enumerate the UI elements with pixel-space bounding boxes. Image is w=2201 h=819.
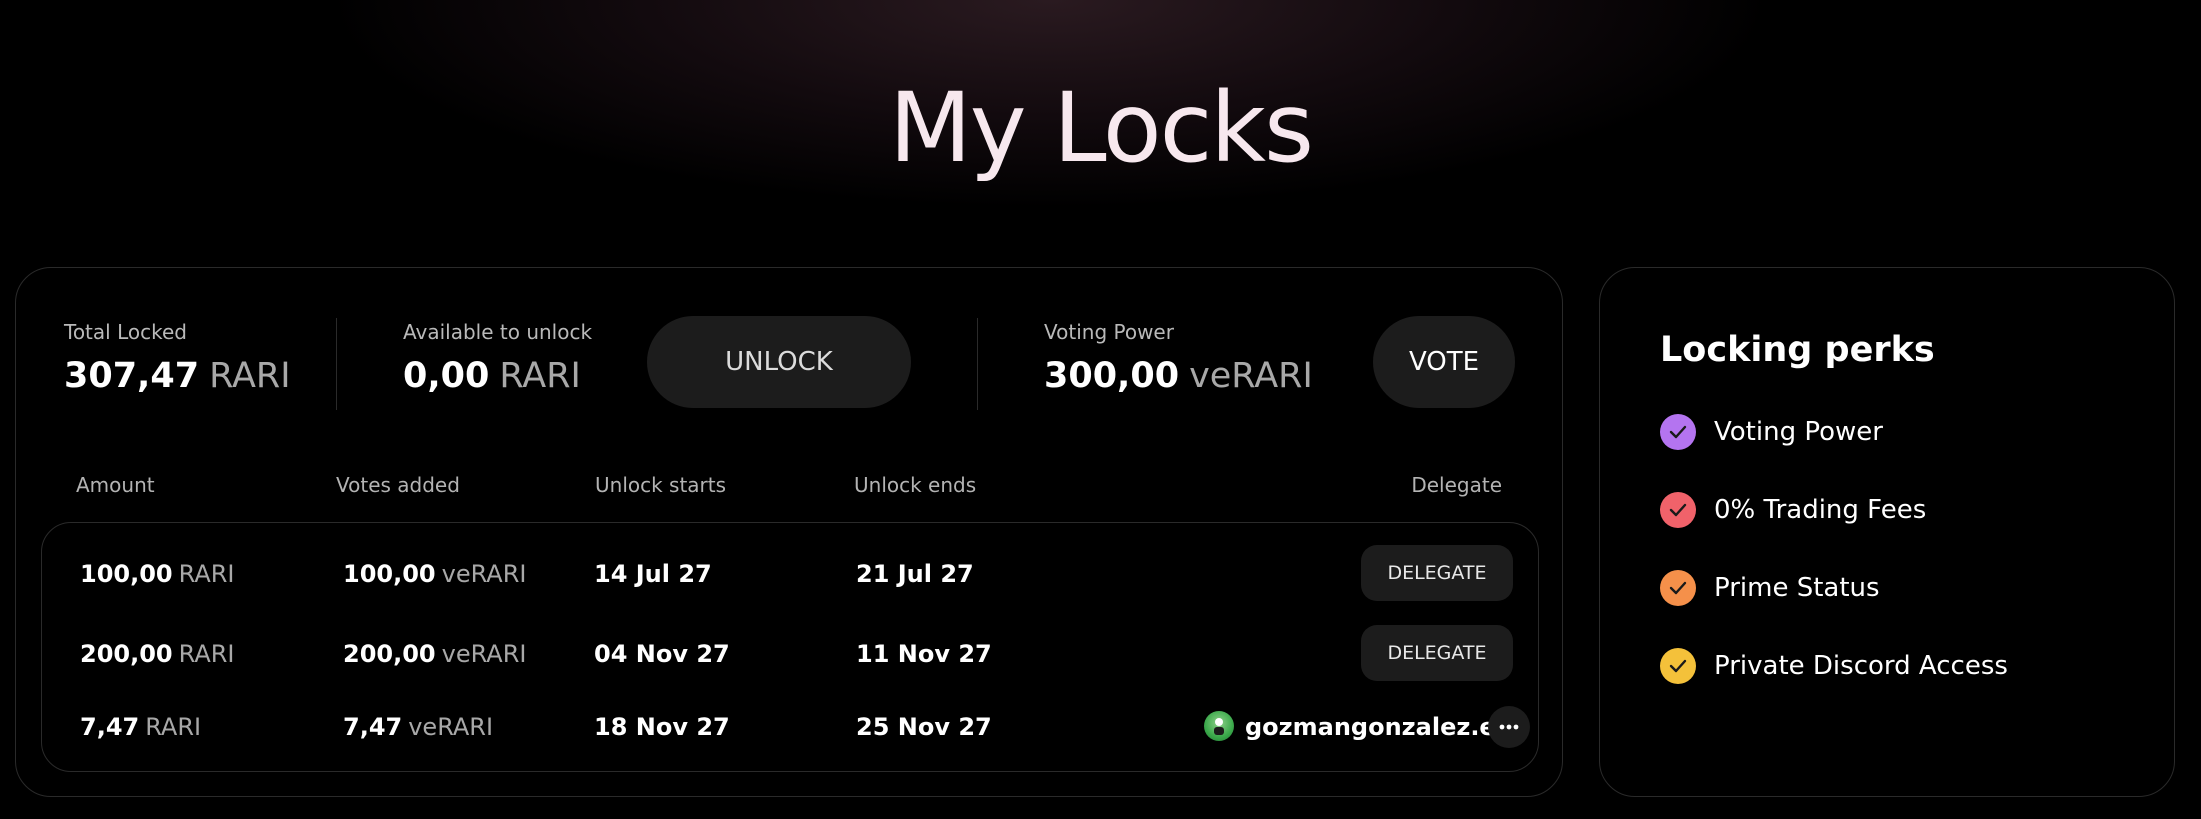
divider	[977, 318, 978, 410]
vote-button[interactable]: VOTE	[1373, 316, 1515, 408]
amount-value: 200,00	[80, 640, 173, 668]
available-value: 0,00 RARI	[403, 356, 581, 396]
unlock-start-cell: 14 Jul 27	[594, 560, 712, 588]
perk-label: Private Discord Access	[1714, 651, 2008, 681]
amount-value: 100,00	[80, 560, 173, 588]
check-icon	[1660, 492, 1696, 528]
amount-cell: 7,47 RARI	[80, 713, 201, 741]
header-unlock-ends: Unlock ends	[854, 473, 977, 497]
page-title: My Locks	[888, 72, 1314, 184]
delegate-button[interactable]: DELEGATE	[1361, 625, 1513, 681]
votes-value: 100,00	[343, 560, 436, 588]
amount-unit: RARI	[178, 560, 235, 588]
perk-item: Voting Power	[1660, 414, 1883, 450]
locks-card: Total Locked 307,47 RARI Available to unl…	[15, 267, 1563, 797]
voting-power-value: 300,00 veRARI	[1044, 356, 1313, 396]
votes-unit: veRARI	[408, 713, 494, 741]
delegate-button[interactable]: DELEGATE	[1361, 545, 1513, 601]
page: My Locks Total Locked 307,47 RARI Availab…	[0, 0, 2201, 819]
amount-unit: RARI	[145, 713, 202, 741]
delegate-name[interactable]: gozmangonzalez.eth	[1245, 713, 1524, 741]
votes-unit: veRARI	[441, 640, 527, 668]
unlock-end-cell: 21 Jul 27	[856, 560, 974, 588]
perks-title: Locking perks	[1660, 330, 1935, 370]
check-icon	[1660, 648, 1696, 684]
header-amount: Amount	[76, 473, 155, 497]
total-locked-value: 307,47 RARI	[64, 356, 291, 396]
avatar-person-icon	[1214, 718, 1224, 735]
unlock-end-cell: 11 Nov 27	[856, 640, 992, 668]
voting-power-label: Voting Power	[1044, 320, 1174, 344]
total-locked-unit: RARI	[209, 356, 291, 396]
votes-cell: 100,00 veRARI	[343, 560, 526, 588]
header-delegate: Delegate	[1411, 473, 1502, 497]
locks-table: 100,00 RARI 100,00 veRARI 14 Jul 27 21 Jul…	[41, 522, 1539, 772]
unlock-start-cell: 18 Nov 27	[594, 713, 730, 741]
perks-card: Locking perks Voting Power 0% Trading Fe…	[1599, 267, 2175, 797]
header-votes-added: Votes added	[336, 473, 460, 497]
unlock-button[interactable]: UNLOCK	[647, 316, 911, 408]
check-icon	[1660, 570, 1696, 606]
amount-cell: 100,00 RARI	[80, 560, 235, 588]
unlock-end-cell: 25 Nov 27	[856, 713, 992, 741]
votes-cell: 200,00 veRARI	[343, 640, 526, 668]
total-locked-label: Total Locked	[64, 320, 187, 344]
votes-unit: veRARI	[441, 560, 527, 588]
perk-item: Private Discord Access	[1660, 648, 2008, 684]
divider	[336, 318, 337, 410]
perk-item: 0% Trading Fees	[1660, 492, 1926, 528]
check-icon	[1660, 414, 1696, 450]
unlock-start-cell: 04 Nov 27	[594, 640, 730, 668]
available-amount: 0,00	[403, 356, 490, 396]
perk-label: Prime Status	[1714, 573, 1880, 603]
amount-unit: RARI	[178, 640, 235, 668]
available-label: Available to unlock	[403, 320, 593, 344]
header-unlock-starts: Unlock starts	[595, 473, 727, 497]
avatar	[1204, 711, 1234, 741]
votes-value: 7,47	[343, 713, 403, 741]
votes-cell: 7,47 veRARI	[343, 713, 493, 741]
available-unit: RARI	[499, 356, 581, 396]
perk-label: 0% Trading Fees	[1714, 495, 1927, 525]
amount-cell: 200,00 RARI	[80, 640, 235, 668]
perk-label: Voting Power	[1714, 417, 1883, 447]
total-locked-amount: 307,47	[64, 356, 200, 396]
perk-item: Prime Status	[1660, 570, 1880, 606]
amount-value: 7,47	[80, 713, 140, 741]
votes-value: 200,00	[343, 640, 436, 668]
voting-power-amount: 300,00	[1044, 356, 1180, 396]
ellipsis-icon	[1499, 724, 1519, 730]
voting-power-unit: veRARI	[1189, 356, 1313, 396]
more-icon[interactable]	[1488, 706, 1530, 748]
